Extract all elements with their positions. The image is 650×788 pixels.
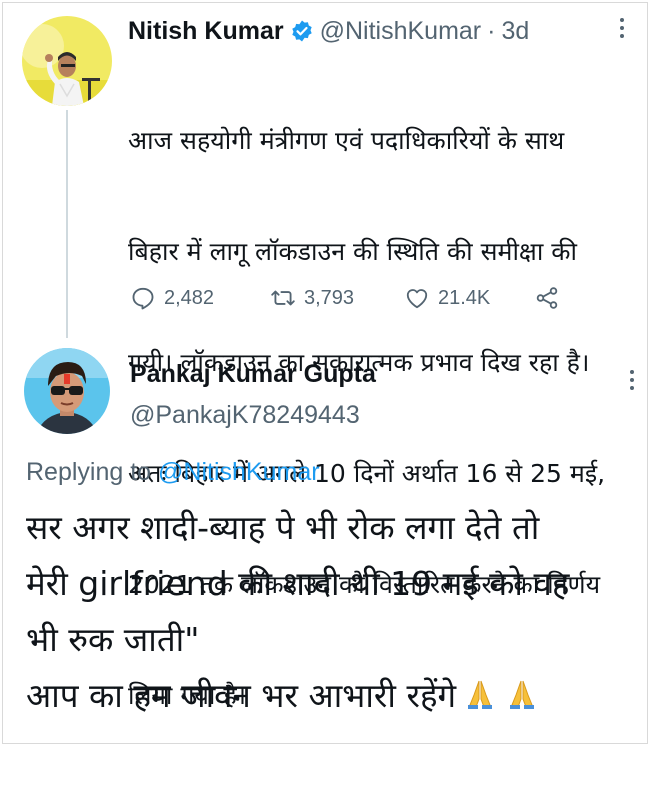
share-icon xyxy=(536,287,558,309)
tweet-text-line: आज सहयोगी मंत्रीगण एवं पदाधिकारियों के स… xyxy=(128,126,565,155)
folded-hands-icon xyxy=(504,672,540,709)
retweet-icon xyxy=(271,290,295,306)
folded-hands-icon xyxy=(462,672,498,709)
reply-text-segment: आप का हम जीवन भर आभारी रहेंगे xyxy=(26,676,457,715)
more-icon[interactable] xyxy=(622,366,642,396)
like-button[interactable]: 21.4K xyxy=(404,285,534,311)
avatar[interactable] xyxy=(22,16,112,106)
replying-to-prefix: Replying to xyxy=(26,458,159,486)
like-icon xyxy=(406,289,428,309)
replying-to-link[interactable]: @NitishKumar xyxy=(158,458,320,486)
reply-text-line: सर अगर शादी-ब्याह पे भी रोक लगा देते तो xyxy=(26,508,540,547)
tweet-actions: 2,482 3,793 21.4K xyxy=(130,283,560,313)
avatar[interactable] xyxy=(24,348,110,434)
reply-text-line-last: आप का हम जीवन भर आभारी रहेंगे xyxy=(26,668,646,724)
retweet-button[interactable]: 3,793 xyxy=(270,285,404,311)
like-count: 21.4K xyxy=(438,286,491,309)
original-tweet[interactable]: Nitish Kumar @NitishKumar · 3d आज सहयोगी… xyxy=(0,0,650,710)
tweet-timestamp[interactable]: 3d xyxy=(501,17,529,46)
reply-button[interactable]: 2,482 xyxy=(130,285,270,311)
author-handle[interactable]: @NitishKumar xyxy=(320,17,482,46)
more-icon[interactable] xyxy=(612,14,632,44)
thread-connector-line xyxy=(66,110,68,338)
separator: · xyxy=(487,16,496,45)
author-name[interactable]: Nitish Kumar xyxy=(128,17,284,46)
share-button[interactable] xyxy=(534,285,560,311)
author-name[interactable]: Pankaj Kumar Gupta xyxy=(130,360,376,389)
retweet-count: 3,793 xyxy=(304,286,355,309)
tweet-text-line: बिहार में लागू लॉकडाउन की स्थिति की समीक… xyxy=(128,237,577,266)
tweet-header: Nitish Kumar @NitishKumar · 3d xyxy=(128,14,529,48)
verified-badge-icon xyxy=(290,19,314,43)
reply-count: 2,482 xyxy=(164,286,215,309)
reply-text: सर अगर शादी-ब्याह पे भी रोक लगा देते तो … xyxy=(26,500,646,724)
reply-text-line: भी रुक जाती" xyxy=(26,620,200,659)
author-handle[interactable]: @PankajK78249443 xyxy=(130,401,360,430)
replying-to-line: Replying to @NitishKumar xyxy=(26,458,320,487)
reply-text-line: मेरी girlfriend की शादी थी 19 मई को वह xyxy=(26,564,570,603)
reply-icon xyxy=(132,287,154,310)
